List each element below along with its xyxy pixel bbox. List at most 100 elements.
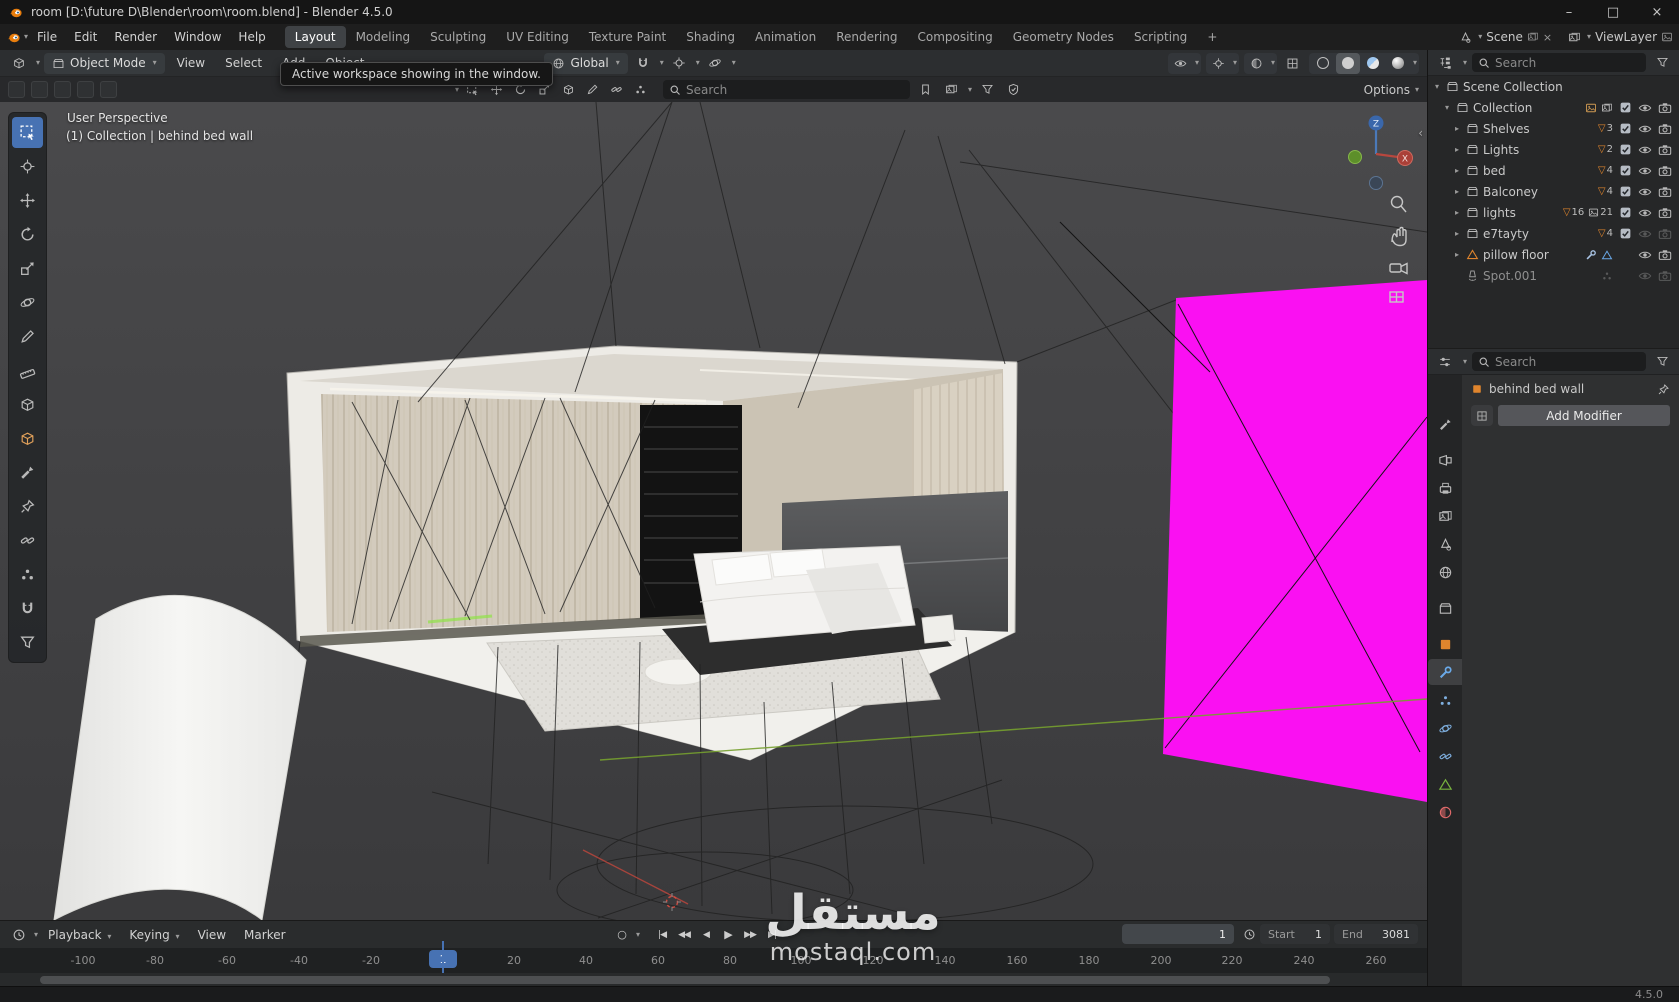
outliner-search-input[interactable] bbox=[1495, 55, 1640, 70]
properties-tab-constraints[interactable] bbox=[1428, 743, 1462, 769]
hide-eye-icon[interactable] bbox=[1638, 269, 1652, 283]
outliner-item-label[interactable]: Lights bbox=[1483, 143, 1519, 157]
properties-tab-render[interactable] bbox=[1428, 447, 1462, 473]
xray-toggle-button[interactable] bbox=[1282, 53, 1304, 74]
timeline-view-menu[interactable]: View bbox=[190, 925, 234, 945]
exclude-checkbox[interactable] bbox=[1619, 227, 1632, 240]
camera-view-icon[interactable] bbox=[1389, 262, 1408, 275]
tab-geometry-nodes[interactable]: Geometry Nodes bbox=[1003, 26, 1124, 48]
tab-layout[interactable]: Layout bbox=[284, 26, 346, 48]
editor-type-button[interactable] bbox=[8, 53, 30, 74]
auto-keying-chevron-icon[interactable]: ▾ bbox=[636, 930, 640, 939]
pan-hand-icon[interactable] bbox=[1391, 226, 1407, 247]
menu-render[interactable]: Render bbox=[106, 27, 165, 47]
properties-tab-modifiers[interactable] bbox=[1428, 659, 1462, 685]
frame-start-field[interactable]: Start 1 bbox=[1260, 924, 1330, 944]
gizmo-y-ball[interactable] bbox=[1348, 150, 1362, 164]
unlink-scene-icon[interactable]: × bbox=[1543, 31, 1552, 44]
properties-editor-type-button[interactable] bbox=[1434, 351, 1456, 372]
measure-tool[interactable] bbox=[12, 355, 43, 386]
close-button[interactable]: × bbox=[1635, 0, 1679, 24]
tab-rendering[interactable]: Rendering bbox=[826, 26, 907, 48]
layout-preset-button-2[interactable] bbox=[31, 81, 48, 98]
validate-shield-icon[interactable] bbox=[1002, 79, 1024, 100]
properties-tab-particles[interactable] bbox=[1428, 687, 1462, 713]
tab-scripting[interactable]: Scripting bbox=[1124, 26, 1197, 48]
funnel-filter-icon[interactable] bbox=[976, 79, 998, 100]
disable-render-camera-icon[interactable] bbox=[1658, 122, 1672, 136]
extra-tool-1[interactable] bbox=[12, 457, 43, 488]
view-layer-name[interactable]: ViewLayer bbox=[1595, 30, 1657, 44]
extra-tool-6[interactable] bbox=[12, 627, 43, 658]
outliner-editor-type-button[interactable] bbox=[1434, 52, 1456, 73]
properties-tab-tool[interactable] bbox=[1428, 411, 1462, 437]
hide-eye-icon[interactable] bbox=[1638, 227, 1652, 241]
jump-to-start-button[interactable]: |◀ bbox=[652, 925, 672, 944]
maximize-button[interactable]: □ bbox=[1591, 0, 1635, 24]
expand-icon[interactable]: ▸ bbox=[1452, 208, 1462, 217]
menu-file[interactable]: File bbox=[29, 27, 65, 47]
modifier-extras-button[interactable] bbox=[1471, 405, 1493, 426]
transform-orientation-dropdown[interactable]: Global ▾ bbox=[544, 52, 628, 74]
outliner-item-label[interactable]: lights bbox=[1483, 206, 1516, 220]
tool-settings-icon-6[interactable] bbox=[581, 79, 603, 100]
hide-eye-icon[interactable] bbox=[1638, 206, 1652, 220]
gizmo-minus-z-ball[interactable] bbox=[1369, 176, 1383, 190]
scene-name[interactable]: Scene bbox=[1486, 30, 1523, 44]
properties-filter-icon[interactable] bbox=[1651, 351, 1673, 372]
timeline-ruler[interactable]: -100 -80 -60 -40 -20 20 40 60 80 100 120… bbox=[0, 948, 1427, 973]
outliner-item-label[interactable]: Scene Collection bbox=[1463, 80, 1563, 94]
hide-eye-icon[interactable] bbox=[1638, 164, 1652, 178]
tab-uv-editing[interactable]: UV Editing bbox=[496, 26, 579, 48]
properties-search-input[interactable] bbox=[1495, 354, 1640, 369]
cloth-plane[interactable] bbox=[53, 595, 307, 920]
tab-animation[interactable]: Animation bbox=[745, 26, 826, 48]
outliner-item-label[interactable]: Collection bbox=[1473, 101, 1532, 115]
keying-menu[interactable]: Keying ▾ bbox=[121, 925, 187, 945]
expand-icon[interactable]: ▸ bbox=[1452, 124, 1462, 133]
outliner-item-label[interactable]: pillow floor bbox=[1483, 248, 1549, 262]
layout-preset-button-1[interactable] bbox=[8, 81, 25, 98]
extra-tool-5[interactable] bbox=[12, 593, 43, 624]
outliner-row-lights-collection[interactable]: ▸ Lights ▽ 2 bbox=[1428, 139, 1679, 160]
new-view-layer-icon[interactable] bbox=[1661, 31, 1673, 43]
transform-tool[interactable] bbox=[12, 287, 43, 318]
new-scene-icon[interactable] bbox=[1527, 31, 1539, 43]
disable-render-camera-icon[interactable] bbox=[1658, 185, 1672, 199]
gizmo-chevron-icon[interactable]: ▾ bbox=[1233, 59, 1237, 67]
next-keyframe-button[interactable]: ▶▶ bbox=[740, 925, 760, 944]
select-menu[interactable]: Select bbox=[217, 53, 270, 73]
shading-chevron-icon[interactable]: ▾ bbox=[1413, 59, 1417, 67]
properties-tab-view-layer[interactable] bbox=[1428, 503, 1462, 529]
marker-menu[interactable]: Marker bbox=[236, 925, 293, 945]
playback-menu[interactable]: Playback ▾ bbox=[40, 925, 119, 945]
exclude-checkbox[interactable] bbox=[1619, 101, 1632, 114]
sidebar-collapse-icon[interactable]: ‹ bbox=[1418, 126, 1423, 140]
viewport-search-field[interactable] bbox=[663, 80, 911, 99]
tab-shading[interactable]: Shading bbox=[676, 26, 745, 48]
disable-render-camera-icon[interactable] bbox=[1658, 101, 1672, 115]
disable-render-camera-icon[interactable] bbox=[1658, 227, 1672, 241]
hide-eye-icon[interactable] bbox=[1638, 248, 1652, 262]
navigation-gizmo[interactable]: Z X bbox=[1348, 115, 1413, 190]
outliner-item-label[interactable]: Shelves bbox=[1483, 122, 1530, 136]
outliner-row-pillow-floor[interactable]: ▸ pillow floor bbox=[1428, 244, 1679, 265]
add-modifier-button[interactable]: Add Modifier bbox=[1498, 405, 1670, 426]
pivot-chevron-icon[interactable]: ▾ bbox=[696, 59, 700, 67]
outliner-item-label[interactable]: e7tayty bbox=[1483, 227, 1529, 241]
object-types-chevron-icon[interactable]: ▾ bbox=[1195, 59, 1199, 67]
add-workspace-button[interactable]: + bbox=[1197, 26, 1227, 48]
outliner-row-lights[interactable]: ▸ lights ▽ 16 21 bbox=[1428, 202, 1679, 223]
menu-help[interactable]: Help bbox=[230, 27, 273, 47]
scene-icon[interactable] bbox=[1459, 31, 1472, 44]
active-object-name[interactable]: behind bed wall bbox=[1489, 382, 1584, 396]
outliner-row-bed[interactable]: ▸ bed ▽ 4 bbox=[1428, 160, 1679, 181]
menu-edit[interactable]: Edit bbox=[66, 27, 105, 47]
properties-tab-object-data[interactable] bbox=[1428, 771, 1462, 797]
outliner-row-collection[interactable]: ▾ Collection bbox=[1428, 97, 1679, 118]
tab-sculpting[interactable]: Sculpting bbox=[420, 26, 496, 48]
add-primitive-tool[interactable] bbox=[12, 423, 43, 454]
pin-icon[interactable] bbox=[1657, 383, 1670, 396]
show-overlays-button[interactable] bbox=[1246, 53, 1268, 74]
layout-preset-button-4[interactable] bbox=[77, 81, 94, 98]
